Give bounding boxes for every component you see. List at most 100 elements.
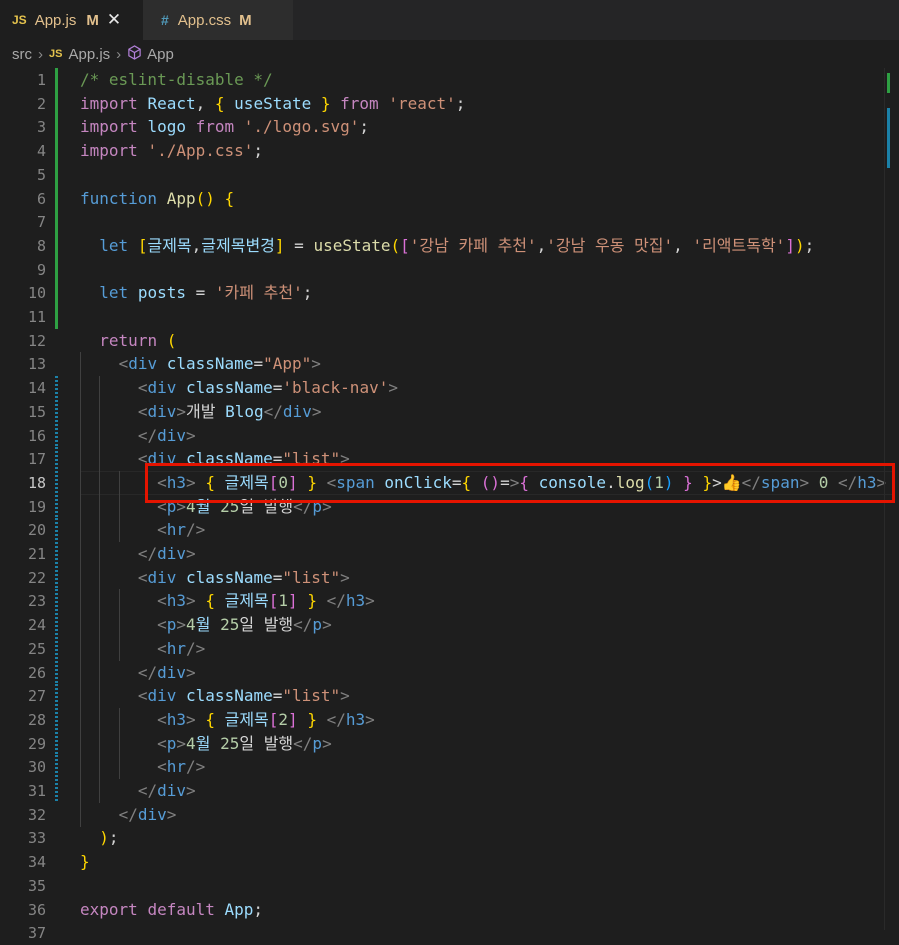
code-line[interactable]: 4 import './App.css'; bbox=[0, 139, 899, 164]
close-icon[interactable]: ✕ bbox=[107, 10, 121, 30]
line-number: 4 bbox=[36, 142, 46, 161]
added-gutter-marker[interactable] bbox=[55, 636, 58, 661]
code-line[interactable]: 12 return ( bbox=[0, 329, 899, 353]
added-gutter-marker[interactable] bbox=[55, 447, 58, 472]
modified-gutter-marker[interactable] bbox=[55, 305, 58, 329]
code-text: </div> bbox=[137, 544, 196, 563]
added-gutter-marker[interactable] bbox=[55, 399, 58, 424]
overview-ruler-marker bbox=[887, 73, 890, 93]
added-gutter-marker[interactable] bbox=[55, 660, 58, 685]
added-gutter-marker[interactable] bbox=[55, 470, 58, 495]
line-number: 17 bbox=[27, 450, 46, 469]
code-line[interactable]: 27 <div className="list"> bbox=[0, 684, 899, 709]
code-line[interactable]: 11 bbox=[0, 305, 899, 329]
added-gutter-marker[interactable] bbox=[55, 542, 58, 566]
code-line[interactable]: 35 bbox=[0, 874, 899, 898]
line-number: 12 bbox=[27, 331, 46, 350]
modified-gutter-marker[interactable] bbox=[55, 210, 58, 235]
code-line[interactable]: 9 bbox=[0, 257, 899, 282]
code-line[interactable]: 13 <div className="App"> bbox=[0, 352, 899, 377]
code-line[interactable]: 23 <h3> { 글제목[1] } </h3> bbox=[0, 589, 899, 614]
code-line[interactable]: 6 function App() { bbox=[0, 186, 899, 211]
modified-gutter-marker[interactable] bbox=[55, 162, 58, 187]
code-line[interactable]: 20 <hr/> bbox=[0, 518, 899, 543]
code-text: <div className='black-nav'> bbox=[137, 378, 398, 398]
line-number: 3 bbox=[36, 118, 46, 137]
code-text: return ( bbox=[99, 330, 177, 350]
added-gutter-marker[interactable] bbox=[55, 518, 58, 543]
line-number: 8 bbox=[36, 236, 46, 255]
css-file-icon: # bbox=[161, 12, 169, 28]
added-gutter-marker[interactable] bbox=[55, 423, 58, 448]
code-line[interactable]: 28 <h3> { 글제목[2] } </h3> bbox=[0, 707, 899, 732]
added-gutter-marker[interactable] bbox=[55, 565, 58, 590]
modified-gutter-marker[interactable] bbox=[55, 281, 58, 306]
code-line[interactable]: 2 import React, { useState } from 'react'… bbox=[0, 91, 899, 116]
code-line[interactable]: 16 </div> bbox=[0, 423, 899, 448]
modified-gutter-marker[interactable] bbox=[55, 115, 58, 140]
tab-label: App.css bbox=[177, 11, 232, 29]
line-number: 29 bbox=[27, 734, 46, 753]
chevron-right-icon: › bbox=[116, 45, 122, 63]
tab-app-js[interactable]: JS App.js M ✕ bbox=[0, 0, 143, 40]
code-line[interactable]: 30 <hr/> bbox=[0, 755, 899, 780]
breadcrumb-item-symbol[interactable]: App bbox=[147, 46, 174, 63]
code-line[interactable]: 25 <hr/> bbox=[0, 636, 899, 661]
line-number: 30 bbox=[27, 758, 46, 777]
modified-gutter-marker[interactable] bbox=[55, 233, 58, 258]
added-gutter-marker[interactable] bbox=[55, 613, 58, 638]
code-line[interactable]: 21 </div> bbox=[0, 542, 899, 566]
code-text: } bbox=[80, 852, 90, 872]
code-line[interactable]: 26 </div> bbox=[0, 660, 899, 685]
line-number: 22 bbox=[27, 568, 46, 587]
javascript-file-icon: JS bbox=[12, 13, 27, 27]
code-line[interactable]: 37 bbox=[0, 921, 899, 945]
breadcrumb-item-src[interactable]: src bbox=[12, 46, 32, 63]
code-text: let posts = '카페 추천'; bbox=[99, 283, 313, 303]
line-number: 11 bbox=[27, 308, 46, 326]
added-gutter-marker[interactable] bbox=[55, 684, 58, 709]
javascript-file-icon: JS bbox=[49, 48, 63, 60]
code-text: </div> bbox=[118, 804, 177, 824]
code-line[interactable]: 1 /* eslint-disable */ bbox=[0, 68, 899, 92]
line-number: 21 bbox=[27, 545, 46, 563]
breadcrumb: src › JS App.js › App bbox=[0, 40, 899, 68]
line-number: 10 bbox=[27, 284, 46, 303]
line-number: 13 bbox=[27, 355, 46, 374]
code-line[interactable]: 29 <p>4월 25일 발행</p> bbox=[0, 731, 899, 756]
line-number: 14 bbox=[27, 379, 46, 398]
added-gutter-marker[interactable] bbox=[55, 707, 58, 732]
code-line[interactable]: 24 <p>4월 25일 발행</p> bbox=[0, 613, 899, 638]
modified-gutter-marker[interactable] bbox=[55, 139, 58, 164]
line-number: 24 bbox=[27, 616, 46, 635]
added-gutter-marker[interactable] bbox=[55, 494, 58, 519]
modified-gutter-marker[interactable] bbox=[55, 68, 58, 92]
code-line[interactable]: 36 export default App; bbox=[0, 898, 899, 922]
line-number: 6 bbox=[36, 189, 46, 208]
code-line[interactable]: 5 bbox=[0, 162, 899, 187]
added-gutter-marker[interactable] bbox=[55, 779, 58, 803]
code-line[interactable]: 33 ); bbox=[0, 826, 899, 850]
tab-label: App.js bbox=[34, 11, 77, 29]
line-number: 7 bbox=[36, 213, 46, 232]
added-gutter-marker[interactable] bbox=[55, 755, 58, 780]
code-line[interactable]: 14 <div className='black-nav'> bbox=[0, 376, 899, 401]
code-line[interactable]: 32 </div> bbox=[0, 802, 899, 827]
code-line[interactable]: 10 let posts = '카페 추천'; bbox=[0, 281, 899, 306]
added-gutter-marker[interactable] bbox=[55, 589, 58, 614]
code-line[interactable]: 7 bbox=[0, 210, 899, 235]
added-gutter-marker[interactable] bbox=[55, 376, 58, 401]
code-line[interactable]: 3 import logo from './logo.svg'; bbox=[0, 115, 899, 140]
code-line[interactable]: 15 <div>개발 Blog</div> bbox=[0, 399, 899, 424]
modified-gutter-marker[interactable] bbox=[55, 186, 58, 211]
modified-gutter-marker[interactable] bbox=[55, 91, 58, 116]
code-line[interactable]: 22 <div className="list"> bbox=[0, 565, 899, 590]
code-line[interactable]: 31 </div> bbox=[0, 779, 899, 803]
breadcrumb-item-file[interactable]: App.js bbox=[68, 46, 110, 63]
added-gutter-marker[interactable] bbox=[55, 731, 58, 756]
code-line[interactable]: 34} bbox=[0, 850, 899, 874]
code-line[interactable]: 8 let [글제목,글제목변경] = useState(['강남 카페 추천'… bbox=[0, 233, 899, 258]
modified-gutter-marker[interactable] bbox=[55, 257, 58, 282]
code-text: <h3> { 글제목[2] } </h3> bbox=[157, 709, 375, 729]
tab-app-css[interactable]: # App.css M bbox=[143, 0, 293, 40]
